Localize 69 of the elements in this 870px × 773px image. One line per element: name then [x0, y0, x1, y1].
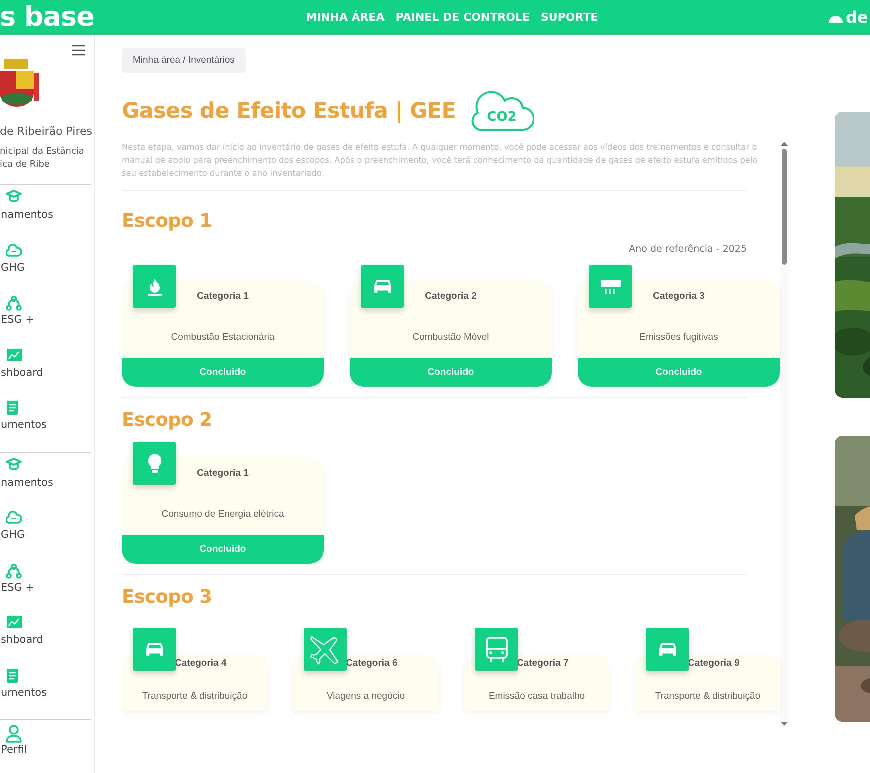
category-card[interactable]: Categoria 6 Viagens a negócio — [293, 655, 439, 711]
category-name: Consumo de Energia elétrica — [162, 509, 284, 520]
category-label: Categoria 4 — [175, 658, 228, 669]
sidebar-item[interactable]: GHG — [0, 238, 94, 290]
sidebar-item[interactable]: namentos — [0, 185, 94, 238]
people-network-icon — [6, 562, 22, 578]
scroll-down-icon[interactable] — [781, 721, 788, 727]
scope-heading: Escopo 1 — [122, 211, 214, 232]
car-icon — [361, 265, 404, 308]
sidebar-item[interactable]: umentos — [0, 662, 94, 715]
dashboard-icon — [6, 348, 23, 362]
sidebar-item[interactable]: shboard — [0, 610, 94, 662]
category-card[interactable]: Categoria 2 Combustão Móvel Concluido — [350, 281, 552, 387]
category-label: Categoria 1 — [197, 468, 249, 479]
light-bulb-icon — [133, 442, 176, 485]
user-icon — [6, 725, 22, 743]
airplane-icon — [304, 628, 347, 671]
category-card[interactable]: Categoria 9 Transporte & distribuição — [635, 655, 781, 711]
scroll-up-icon[interactable] — [781, 141, 788, 147]
category-card[interactable]: Categoria 1 Consumo de Energia elétrica Concluido — [122, 458, 324, 564]
logo-text: de — [846, 8, 868, 27]
category-name: Viagens a negócio — [327, 691, 405, 702]
organization-subtitle: nicipal da Estância — [0, 146, 86, 159]
sidebar-item[interactable]: GHG — [0, 505, 94, 558]
scope-heading: Escopo 2 — [122, 410, 214, 431]
sidebar-item[interactable]: umentos — [0, 395, 94, 448]
reference-year: Ano de referência - 2025 — [629, 244, 747, 255]
document-icon — [6, 400, 19, 416]
brand-name: s base — [0, 1, 96, 35]
intro-text: Nesta etapa, vamos dar início ao inventário de gases de efeito estufa. A qualquer momento, você pode acessar aos vídeos dos treinamentos e consultar o manual de apoio para preenchimento dos escopos. Após o preenchimento, você terá conhecimento da quantidade de gases de efeito estufa emitidos pelo seu estabelecimento durante o ano inventariado. — [122, 141, 759, 180]
sidebar-item[interactable]: shboard — [0, 342, 94, 395]
category-label: Categoria 1 — [197, 291, 249, 302]
page-title: Gases de Efeito Estufa | GEE — [122, 98, 456, 124]
organization-name: de Ribeirão Pires — [0, 125, 94, 138]
category-card[interactable]: Categoria 4 Transporte & distribuição — [122, 655, 268, 711]
category-label: Categoria 6 — [346, 658, 399, 669]
flame-icon — [133, 265, 176, 308]
menu-icon[interactable] — [72, 45, 85, 56]
cloud-icon — [6, 510, 22, 525]
breadcrumb: Minha área / Inventários — [122, 48, 246, 73]
category-card[interactable]: Categoria 7 Emissão casa trabalho — [464, 655, 610, 711]
car-icon — [646, 628, 689, 671]
sidebar-item[interactable]: ESG + — [0, 558, 94, 610]
people-network-icon — [6, 295, 22, 311]
bus-icon — [475, 628, 518, 671]
car-icon — [133, 628, 176, 671]
category-label: Categoria 9 — [688, 658, 741, 669]
category-card[interactable]: Categoria 1 Combustão Estacionária Concluido — [122, 281, 324, 387]
profile-item[interactable]: Perfil — [0, 720, 94, 772]
category-card[interactable]: Categoria 3 Emissões fugitivas Concluido — [578, 281, 780, 387]
category-name: Transporte & distribuição — [655, 691, 761, 702]
category-label: Categoria 3 — [653, 291, 705, 302]
category-name: Transporte & distribuição — [142, 691, 248, 702]
dashboard-icon — [6, 615, 23, 629]
scope-heading: Escopo 3 — [122, 587, 214, 608]
category-label: Categoria 7 — [517, 658, 570, 669]
cloud-icon — [6, 242, 22, 258]
category-name: Emissões fugitivas — [640, 332, 718, 343]
category-name: Emissão casa trabalho — [488, 691, 586, 702]
category-name: Combustão Móvel — [412, 332, 490, 343]
category-name: Combustão Estacionária — [171, 332, 275, 343]
category-label: Categoria 2 — [425, 291, 477, 302]
document-icon — [6, 668, 19, 684]
sidebar-item[interactable]: namentos — [0, 452, 94, 505]
organization-subtitle: ica de Ribe — [0, 159, 51, 172]
graduation-cap-icon — [6, 458, 22, 472]
sidebar-item[interactable]: ESG + — [0, 290, 94, 342]
air-conditioner-icon — [589, 265, 632, 308]
graduation-cap-icon — [6, 190, 22, 204]
